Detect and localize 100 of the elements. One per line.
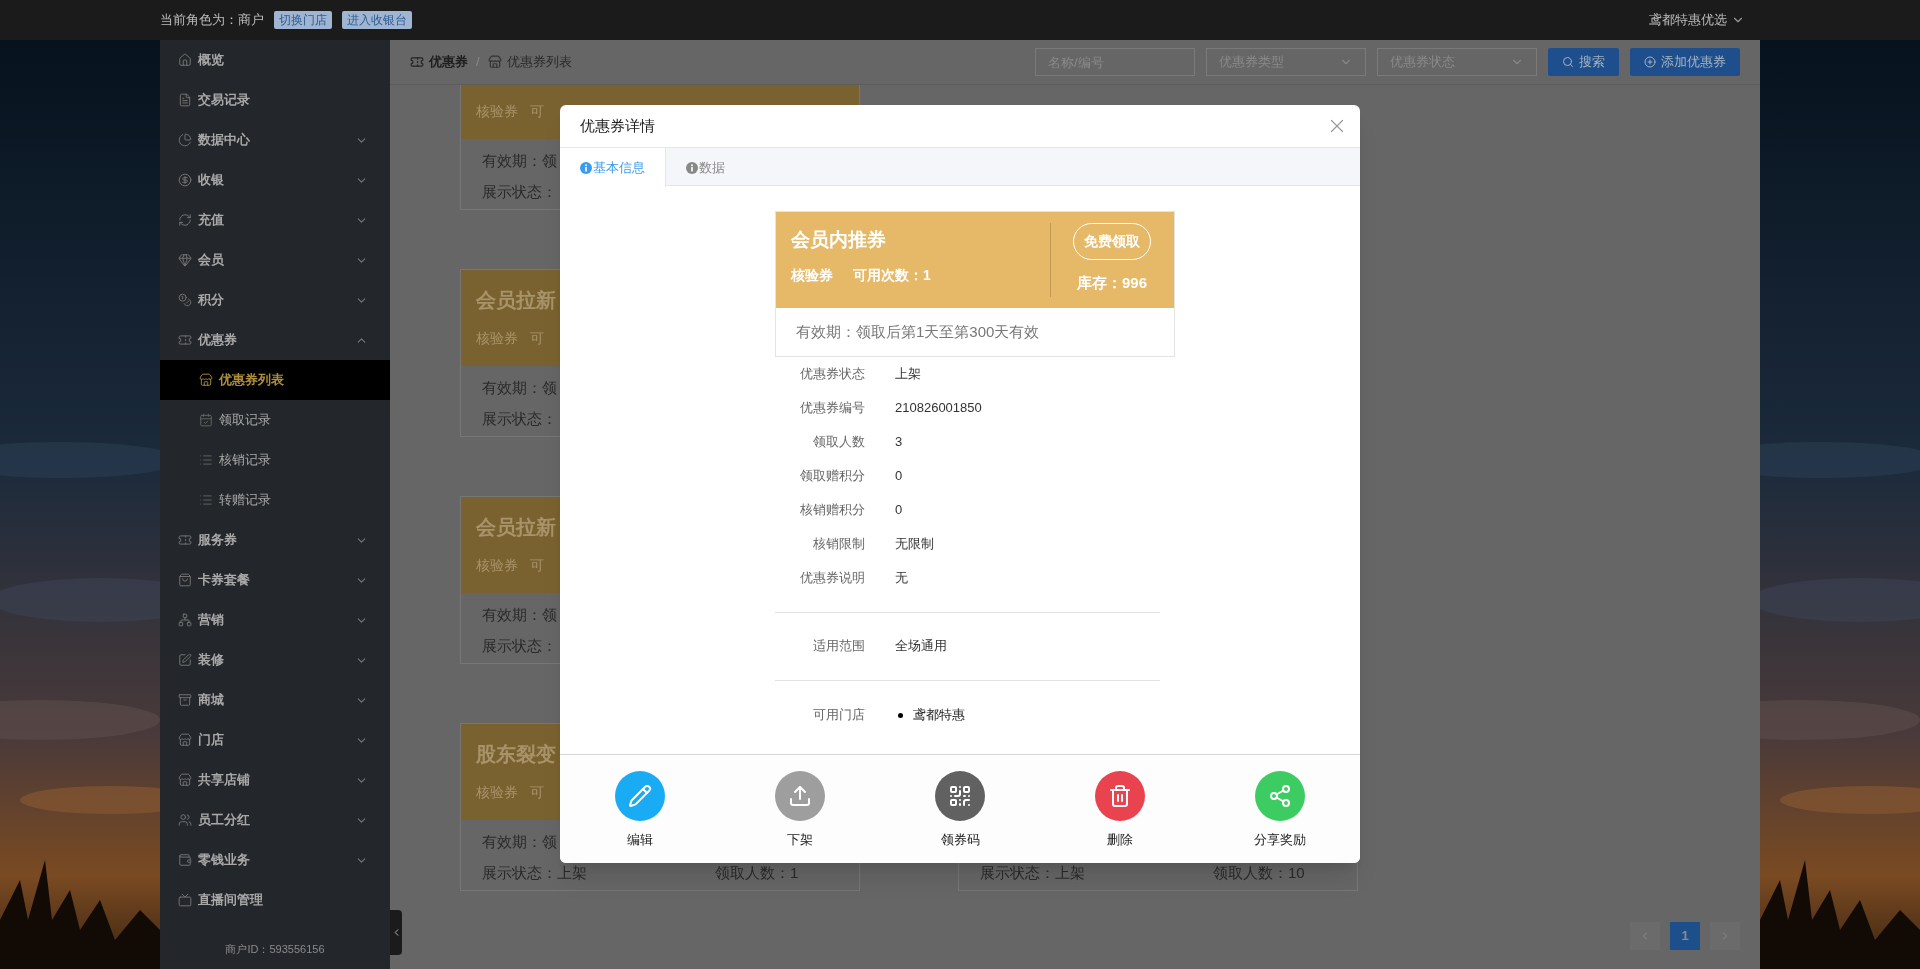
validity-text: 有效期：领 xyxy=(482,605,557,626)
validity-text: 有效期：领 xyxy=(482,378,557,399)
sidebar-subitem[interactable]: 转赠记录 xyxy=(160,480,390,520)
store-icon xyxy=(487,55,502,69)
role-label: 当前角色为：商户 xyxy=(160,11,264,30)
display-status: 展示状态： xyxy=(482,636,558,657)
sidebar-item[interactable]: 收银 xyxy=(160,160,390,200)
sidebar-item[interactable]: 会员 xyxy=(160,240,390,280)
info-icon xyxy=(686,161,698,174)
search-icon xyxy=(1562,56,1574,68)
detail-label: 可用门店 xyxy=(812,706,865,724)
refresh-icon xyxy=(178,213,192,227)
sidebar-item[interactable]: 概览 xyxy=(160,40,390,80)
dialog-title: 优惠券详情 xyxy=(580,115,655,136)
bag-icon xyxy=(178,573,192,587)
detail-value: 无 xyxy=(895,569,908,588)
archive-icon xyxy=(178,693,192,707)
sidebar-item[interactable]: 数据中心 xyxy=(160,120,390,160)
share-icon xyxy=(1268,784,1292,808)
store-icon xyxy=(178,773,192,787)
sidebar-item[interactable]: 优惠券 xyxy=(160,320,390,360)
validity-text: 有效期：领 xyxy=(482,832,557,853)
sidebar-item[interactable]: 营销 xyxy=(160,600,390,640)
detail-label: 领取人数 xyxy=(812,433,865,452)
pen-square-icon xyxy=(178,653,192,667)
action-button[interactable] xyxy=(1095,771,1145,821)
coupon-uses: 可用次数：1 xyxy=(853,266,931,285)
sidebar-item[interactable]: 充值 xyxy=(160,200,390,240)
action-button[interactable] xyxy=(615,771,665,821)
house-icon xyxy=(178,53,192,67)
users-icon xyxy=(178,813,192,827)
sidebar-item[interactable]: 零钱业务 xyxy=(160,840,390,880)
network-icon xyxy=(178,613,192,627)
display-status: 展示状态： xyxy=(482,182,558,203)
action-button[interactable] xyxy=(935,771,985,821)
detail-label: 核销限制 xyxy=(812,535,865,554)
sidebar-subitem[interactable]: 核销记录 xyxy=(160,440,390,480)
pie-chart-icon xyxy=(178,133,192,147)
qr-code-icon xyxy=(948,784,972,808)
display-status: 展示状态：上架 xyxy=(482,863,588,884)
upload-icon xyxy=(788,784,812,808)
breadcrumb-separator: / xyxy=(476,53,480,72)
detail-label: 领取赠积分 xyxy=(799,467,865,486)
detail-label: 核销赠积分 xyxy=(799,501,865,520)
plus-circle-icon xyxy=(1644,56,1656,68)
detail-label: 优惠券编号 xyxy=(799,399,865,418)
add-button[interactable]: 添加优惠券 xyxy=(1630,48,1740,76)
display-status: 展示状态： xyxy=(482,409,558,430)
detail-value: 0 xyxy=(895,501,903,520)
action-label: 编辑 xyxy=(627,831,653,849)
coupon-name: 会员内推券 xyxy=(791,228,887,252)
sidebar-item[interactable]: 积分 xyxy=(160,280,390,320)
coupon-title: 会员拉新 xyxy=(476,516,556,538)
store-icon xyxy=(199,373,213,387)
validity-text: 有效期：领 xyxy=(482,151,557,172)
stock-count: 库存：996 xyxy=(1077,273,1147,293)
sidebar-subitem[interactable]: 领取记录 xyxy=(160,400,390,440)
sidebar-item[interactable]: 商城 xyxy=(160,680,390,720)
info-icon xyxy=(580,161,592,174)
collapse-handle[interactable] xyxy=(390,910,402,955)
detail-value: 3 xyxy=(895,433,903,452)
sidebar-item[interactable]: 共享店铺 xyxy=(160,760,390,800)
action-label: 删除 xyxy=(1107,831,1133,849)
top-button[interactable]: 进入收银台 xyxy=(342,11,412,29)
wallet-icon xyxy=(178,853,192,867)
ticket-icon xyxy=(178,533,192,547)
coupon-title: 股东裂变 xyxy=(476,743,556,765)
search-button[interactable]: 搜索 xyxy=(1548,48,1619,76)
action-button[interactable] xyxy=(775,771,825,821)
validity-text: 有效期：领取后第1天至第300天有效 xyxy=(796,321,1040,342)
merchant-id: 商户ID：593556156 xyxy=(225,941,325,957)
detail-label: 适用范围 xyxy=(812,637,865,656)
top-button[interactable]: 切换门店 xyxy=(274,11,332,29)
detail-label: 优惠券状态 xyxy=(799,365,865,384)
trash-icon xyxy=(1108,784,1132,808)
coupon-title: 会员拉新 xyxy=(476,289,556,311)
calendar-check-icon xyxy=(199,413,213,427)
coupon-type: 核验券 xyxy=(791,266,833,285)
tab[interactable]: 数据 xyxy=(666,148,745,187)
sidebar-item[interactable]: 交易记录 xyxy=(160,80,390,120)
sidebar-item[interactable]: 卡券套餐 xyxy=(160,560,390,600)
detail-value: 全场通用 xyxy=(895,637,947,656)
coin-icon xyxy=(178,173,192,187)
detail-value: 无限制 xyxy=(895,535,934,554)
sidebar-item[interactable]: 装修 xyxy=(160,640,390,680)
list-icon xyxy=(199,493,213,507)
sidebar-item[interactable]: 服务券 xyxy=(160,520,390,560)
sidebar-subitem[interactable]: 优惠券列表 xyxy=(160,360,390,400)
store-icon xyxy=(178,733,192,747)
pencil-icon xyxy=(628,784,652,808)
sidebar-item[interactable]: 门店 xyxy=(160,720,390,760)
sidebar-item[interactable]: 员工分红 xyxy=(160,800,390,840)
account-menu[interactable]: 鸢都特惠优选 xyxy=(1649,10,1745,30)
list-icon xyxy=(199,453,213,467)
sidebar-item[interactable]: 直播间管理 xyxy=(160,880,390,920)
detail-label: 优惠券说明 xyxy=(799,569,865,588)
detail-value: 上架 xyxy=(895,365,921,384)
coins-icon xyxy=(178,293,192,307)
action-label: 分享奖励 xyxy=(1254,831,1306,849)
detail-value: 0 xyxy=(895,467,903,486)
